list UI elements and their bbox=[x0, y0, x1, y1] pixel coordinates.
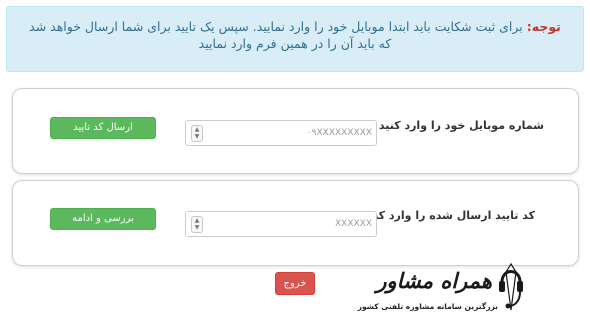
spinner-icon[interactable]: ▲ ▼ bbox=[191, 216, 203, 233]
brand-name: همراه مشاور bbox=[376, 268, 492, 293]
verify-continue-button[interactable]: بررسی و ادامه bbox=[50, 208, 156, 230]
phone-label: شماره موبایل خود را وارد کنید bbox=[378, 119, 544, 132]
phone-field[interactable]: ▲ ▼ bbox=[185, 120, 377, 146]
code-field[interactable]: ▲ ▼ bbox=[185, 211, 377, 237]
phone-section-card: شماره موبایل خود را وارد کنید ▲▼ ارسال ک… bbox=[12, 88, 579, 174]
notice-message: برای ثبت شکایت باید ابتدا موبایل خود را … bbox=[29, 19, 523, 51]
brand-logo: همراه مشاور بزرگترین سامانه مشاوره تلفنی… bbox=[358, 262, 528, 318]
send-code-button[interactable]: ارسال کد تایید bbox=[50, 117, 156, 139]
brand-tagline: بزرگترین سامانه مشاوره تلفنی کشور bbox=[357, 302, 498, 311]
notice-alert: توجه: برای ثبت شکایت باید ابتدا موبایل خ… bbox=[6, 6, 584, 72]
code-input[interactable] bbox=[208, 212, 372, 236]
spinner-icon[interactable]: ▲ ▼ bbox=[191, 125, 203, 142]
phone-input[interactable] bbox=[208, 121, 372, 145]
code-label: کد تایید ارسال شده را وارد کنید bbox=[363, 209, 535, 222]
code-section-card: کد تایید ارسال شده را وارد کنید ▲▼ بررسی… bbox=[12, 180, 579, 266]
notice-lead: توجه: bbox=[526, 19, 561, 34]
headset-icon bbox=[499, 262, 523, 311]
exit-button[interactable]: خروج bbox=[275, 272, 315, 295]
